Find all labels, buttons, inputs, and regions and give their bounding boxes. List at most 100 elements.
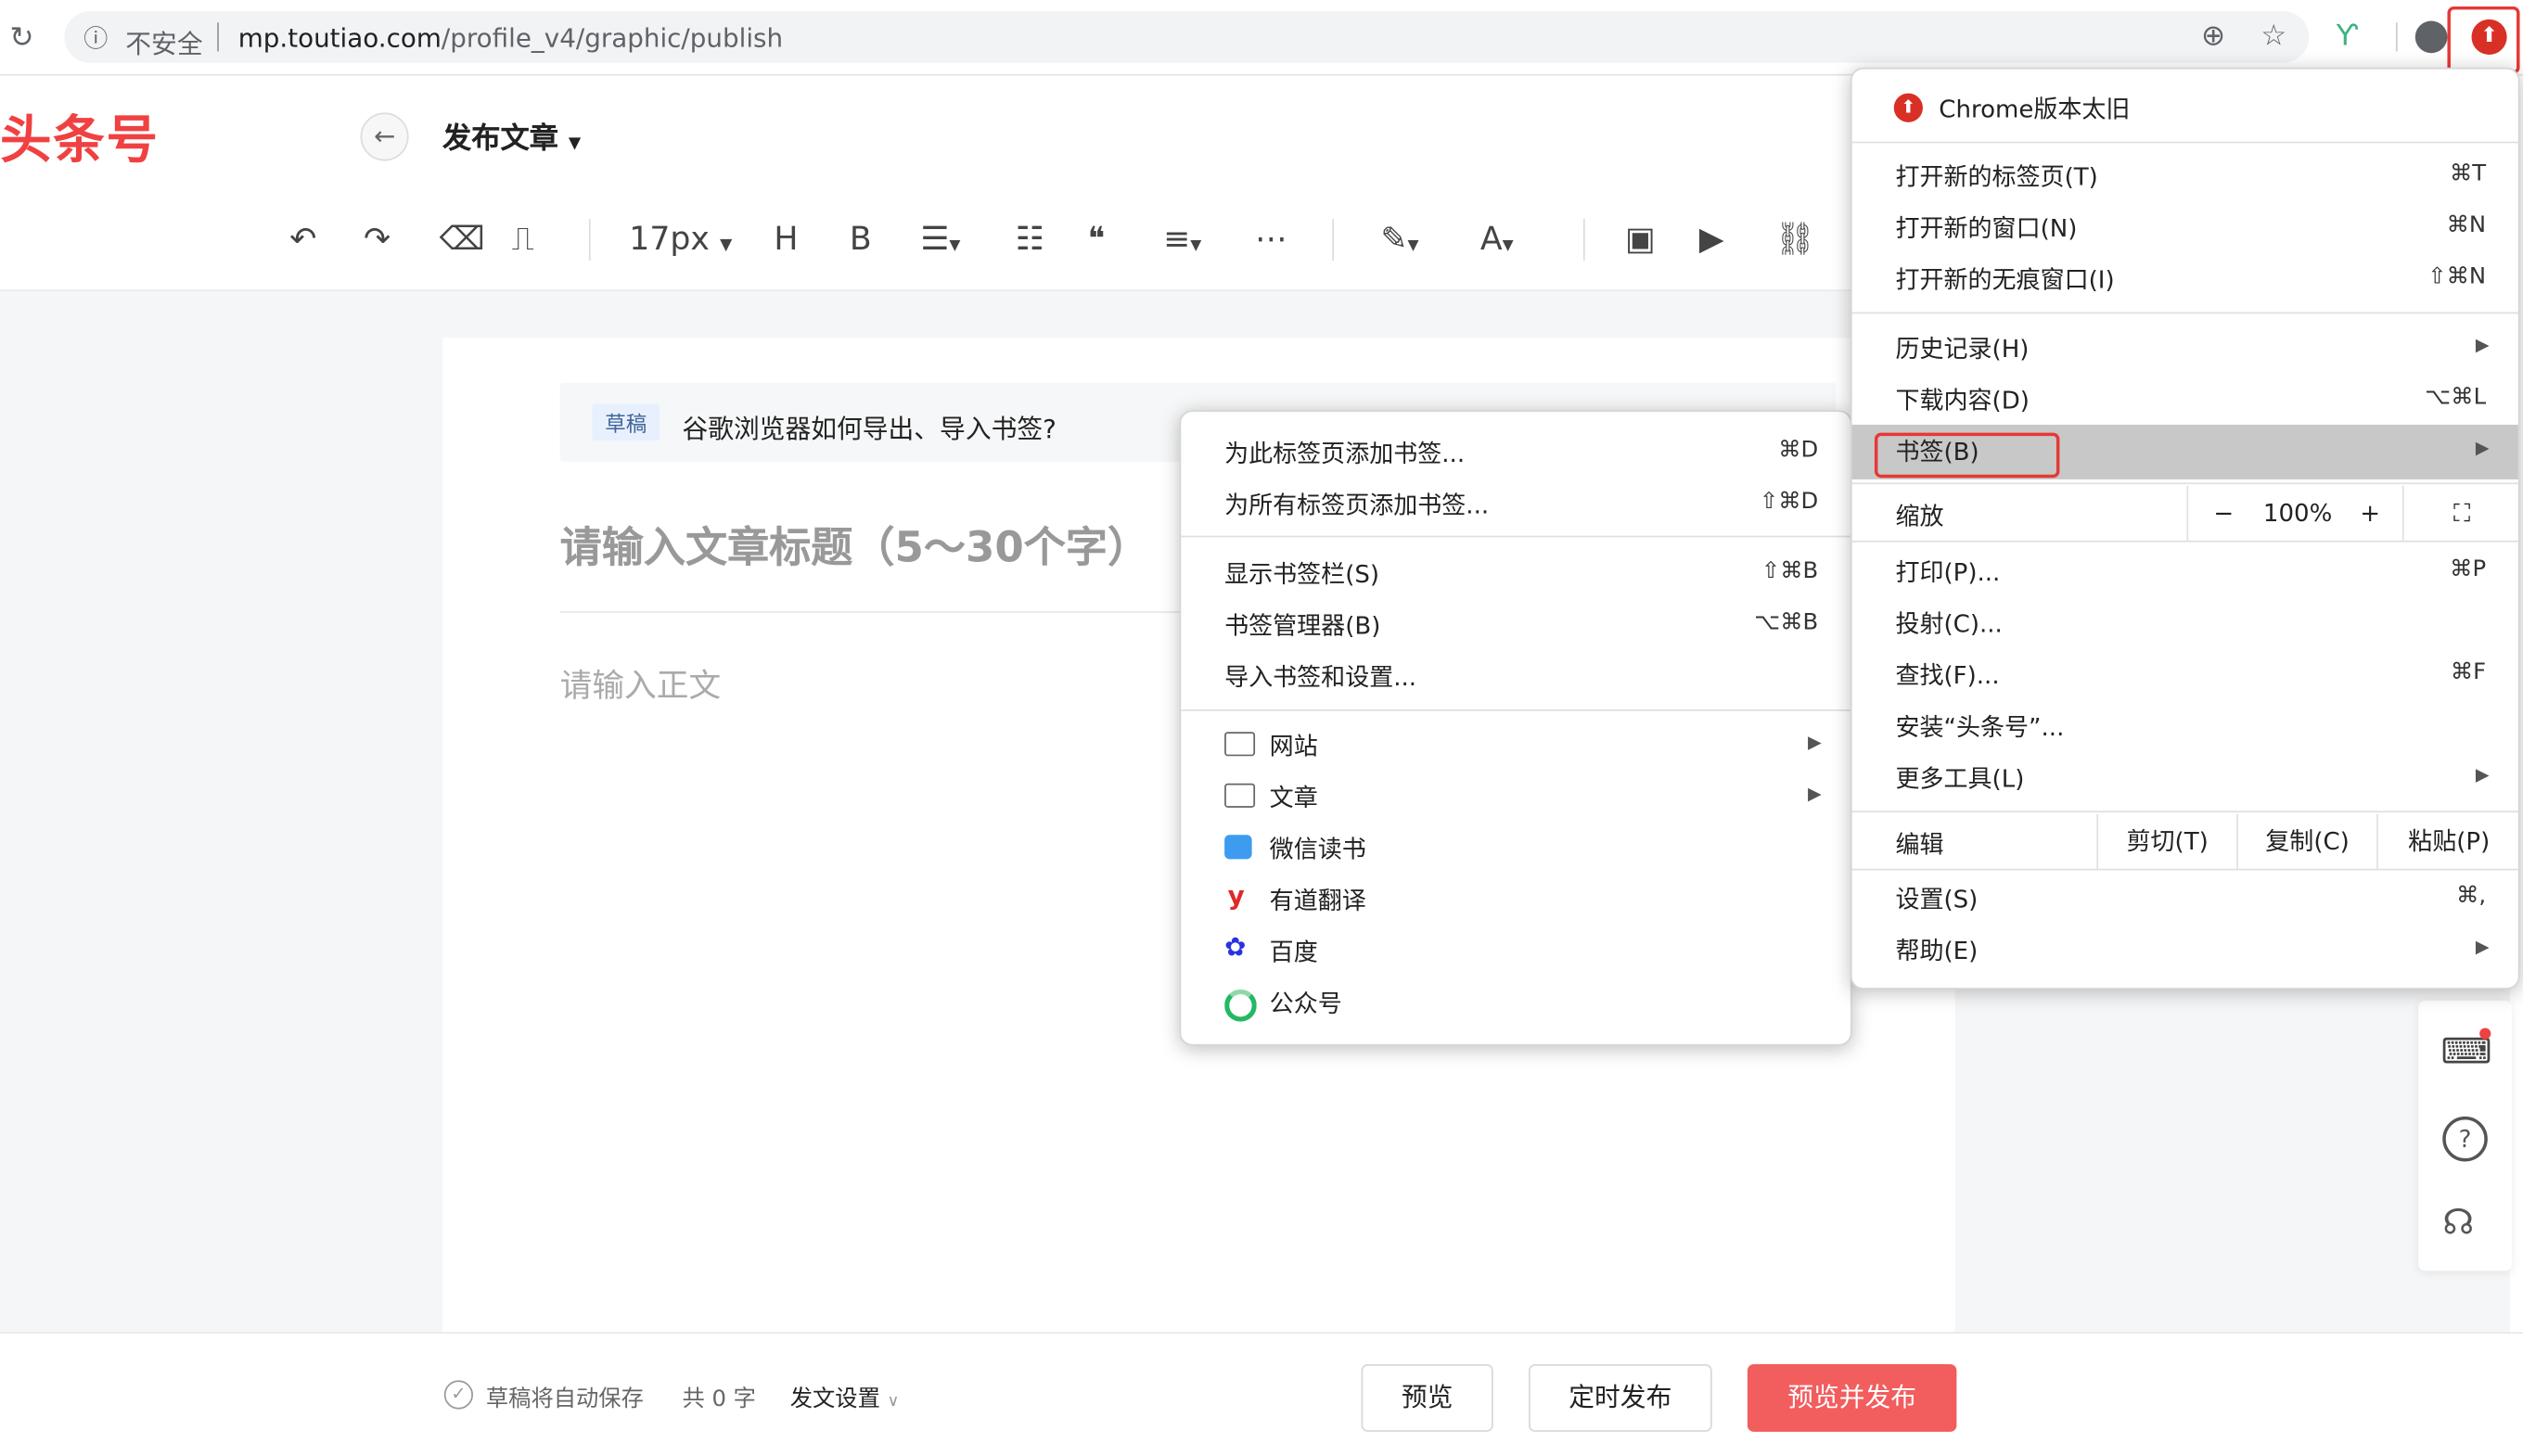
folder-icon bbox=[1224, 732, 1256, 757]
menu-shortcut: ⇧⌘N bbox=[2427, 263, 2487, 290]
menu-item-label: 投射(C)... bbox=[1895, 609, 2003, 639]
link-icon[interactable]: ⛓ bbox=[1774, 219, 1815, 258]
highlight-pen-icon[interactable]: ✎▼ bbox=[1380, 219, 1418, 258]
zoom-plus-icon[interactable]: ⊕ bbox=[2201, 20, 2225, 54]
menu-item-import-bookmarks[interactable]: 导入书签和设置... bbox=[1181, 650, 1851, 702]
eraser-icon[interactable]: ⌫ bbox=[440, 219, 485, 258]
menu-item-folder-websites[interactable]: 网站 ▶ bbox=[1181, 719, 1851, 771]
menu-item-history[interactable]: 历史记录(H) ▶ bbox=[1852, 322, 2518, 374]
menu-item-show-bookmarks-bar[interactable]: 显示书签栏(S) ⇧⌘B bbox=[1181, 547, 1851, 599]
video-icon[interactable]: ▶ bbox=[1699, 219, 1724, 258]
menu-separator bbox=[1851, 868, 2518, 871]
baidu-icon: ✿ bbox=[1224, 931, 1247, 963]
preview-button[interactable]: 预览 bbox=[1361, 1364, 1493, 1432]
menu-shortcut: ⌘N bbox=[2446, 211, 2487, 238]
star-icon[interactable]: ☆ bbox=[2260, 20, 2286, 54]
url-text[interactable]: mp.toutiao.com/profile_v4/graphic/publis… bbox=[238, 22, 783, 53]
image-icon[interactable]: ▣ bbox=[1625, 219, 1656, 258]
menu-item-bookmark-baidu[interactable]: ✿ 百度 bbox=[1181, 925, 1851, 977]
cut-button[interactable]: 剪切(T) bbox=[2096, 813, 2236, 869]
menu-item-bookmark-wechat-mp[interactable]: 公众号 bbox=[1181, 977, 1851, 1028]
menu-item-bookmark-weread[interactable]: 微信读书 bbox=[1181, 822, 1851, 874]
menu-item-label: 微信读书 bbox=[1269, 835, 1366, 864]
font-size-select[interactable]: 17px ▼ bbox=[629, 219, 732, 258]
menu-item-print[interactable]: 打印(P)... ⌘P bbox=[1852, 545, 2518, 597]
menu-item-bookmark-youdao[interactable]: y 有道翻译 bbox=[1181, 874, 1851, 926]
extension-icon[interactable]: Ƴ bbox=[2337, 20, 2358, 54]
menu-separator bbox=[1181, 535, 1851, 538]
menu-shortcut: ⌥⌘B bbox=[1754, 609, 1819, 636]
menu-item-label: 显示书签栏(S) bbox=[1224, 559, 1380, 589]
toolbar-separator bbox=[1332, 218, 1335, 262]
reload-icon[interactable]: ↻ bbox=[9, 21, 33, 55]
zoom-in-button[interactable]: + bbox=[2338, 486, 2402, 541]
quote-icon[interactable]: ❝ bbox=[1088, 219, 1106, 258]
menu-shortcut: ⇧⌘B bbox=[1761, 557, 1819, 584]
list-icon[interactable]: ☰▼ bbox=[920, 219, 960, 258]
bookmarks-submenu: 为此标签页添加书签... ⌘D 为所有标签页添加书签... ⇧⌘D 显示书签栏(S)… bbox=[1179, 410, 1852, 1046]
menu-item-label: 有道翻译 bbox=[1269, 886, 1366, 916]
menu-shortcut: ⌘T bbox=[2449, 160, 2487, 187]
menu-item-settings[interactable]: 设置(S) ⌘, bbox=[1852, 872, 2518, 924]
menu-item-bookmark-manager[interactable]: 书签管理器(B) ⌥⌘B bbox=[1181, 598, 1851, 650]
menu-item-new-tab[interactable]: 打开新的标签页(T) ⌘T bbox=[1852, 149, 2518, 201]
word-count: 共 0 字 bbox=[682, 1386, 756, 1413]
edit-row: 编辑 剪切(T) 复制(C) 粘贴(P) bbox=[1852, 813, 2519, 869]
divider-line-icon[interactable]: ☷ bbox=[1016, 219, 1044, 258]
heading-button[interactable]: H bbox=[774, 219, 798, 258]
menu-separator bbox=[1851, 141, 2518, 144]
menu-shortcut: ⌘F bbox=[2450, 659, 2487, 685]
back-arrow-icon[interactable]: ← bbox=[360, 112, 409, 161]
menu-item-label: 设置(S) bbox=[1895, 885, 1979, 914]
menu-item-more-tools[interactable]: 更多工具(L) ▶ bbox=[1852, 751, 2518, 803]
weread-icon bbox=[1224, 835, 1252, 860]
fullscreen-icon[interactable]: ⛶ bbox=[2401, 485, 2520, 541]
menu-item-help[interactable]: 帮助(E) ▶ bbox=[1852, 924, 2518, 976]
submenu-arrow-icon: ▶ bbox=[1807, 783, 1822, 805]
schedule-button[interactable]: 定时发布 bbox=[1528, 1364, 1712, 1432]
menu-item-install-app[interactable]: 安装“头条号”... bbox=[1852, 700, 2518, 752]
help-icon[interactable]: ? bbox=[2442, 1116, 2488, 1162]
title-input[interactable]: 请输入文章标题（5～30个字） bbox=[560, 515, 1149, 574]
menu-item-downloads[interactable]: 下载内容(D) ⌥⌘L bbox=[1852, 373, 2518, 425]
menu-item-new-incognito[interactable]: 打开新的无痕窗口(I) ⇧⌘N bbox=[1852, 252, 2518, 304]
font-color-icon[interactable]: A▼ bbox=[1480, 219, 1514, 258]
body-input[interactable]: 请输入正文 bbox=[560, 659, 721, 706]
autosave-text: 草稿将自动保存 bbox=[485, 1386, 644, 1413]
menu-item-bookmark-this-tab[interactable]: 为此标签页添加书签... ⌘D bbox=[1181, 427, 1851, 479]
menu-item-find[interactable]: 查找(F)... ⌘F bbox=[1852, 648, 2518, 700]
undo-icon[interactable]: ↶ bbox=[289, 219, 316, 258]
menu-item-bookmark-all-tabs[interactable]: 为所有标签页添加书签... ⇧⌘D bbox=[1181, 478, 1851, 530]
preview-publish-button[interactable]: 预览并发布 bbox=[1747, 1364, 1957, 1432]
menu-item-cast[interactable]: 投射(C)... bbox=[1852, 597, 2518, 649]
bold-button[interactable]: B bbox=[850, 219, 872, 258]
paste-button[interactable]: 粘贴(P) bbox=[2376, 813, 2519, 869]
menu-shortcut: ⌘P bbox=[2450, 556, 2487, 582]
notification-dot bbox=[2479, 1028, 2491, 1040]
menu-item-label: Chrome版本太旧 bbox=[1939, 95, 2131, 124]
zoom-out-button[interactable]: − bbox=[2186, 485, 2259, 541]
draft-tag: 草稿 bbox=[592, 403, 660, 441]
more-icon[interactable]: ⋯ bbox=[1255, 219, 1287, 258]
info-icon[interactable]: ⓘ bbox=[83, 22, 108, 55]
menu-item-label: 历史记录(H) bbox=[1895, 334, 2030, 364]
headset-icon[interactable]: ☊ bbox=[2442, 1204, 2474, 1244]
format-painter-icon[interactable]: ⎍ bbox=[512, 219, 534, 258]
copy-button[interactable]: 复制(C) bbox=[2236, 813, 2376, 869]
redo-icon[interactable]: ↷ bbox=[364, 219, 391, 258]
menu-item-label: 书签管理器(B) bbox=[1224, 611, 1381, 641]
menu-shortcut: ⌥⌘L bbox=[2425, 384, 2487, 411]
menu-item-folder-articles[interactable]: 文章 ▶ bbox=[1181, 771, 1851, 823]
menu-item-new-window[interactable]: 打开新的窗口(N) ⌘N bbox=[1852, 201, 2518, 253]
menu-separator bbox=[1851, 482, 2518, 485]
align-icon[interactable]: ≡▼ bbox=[1163, 219, 1201, 258]
menu-item-label: 查找(F)... bbox=[1895, 660, 2000, 691]
page-title[interactable]: 发布文章 ▼ bbox=[442, 116, 581, 158]
profile-avatar-icon[interactable] bbox=[2414, 20, 2448, 54]
menu-item-update-chrome[interactable]: ⬆ Chrome版本太旧 bbox=[1852, 82, 2518, 136]
draft-title[interactable]: 谷歌浏览器如何导出、导入书签? bbox=[683, 407, 1057, 446]
toolbar-separator bbox=[588, 218, 591, 262]
menu-item-label: 打开新的窗口(N) bbox=[1895, 213, 2078, 243]
page-title-text: 发布文章 bbox=[442, 121, 558, 157]
publish-settings[interactable]: 发文设置 ∨ bbox=[790, 1382, 900, 1414]
